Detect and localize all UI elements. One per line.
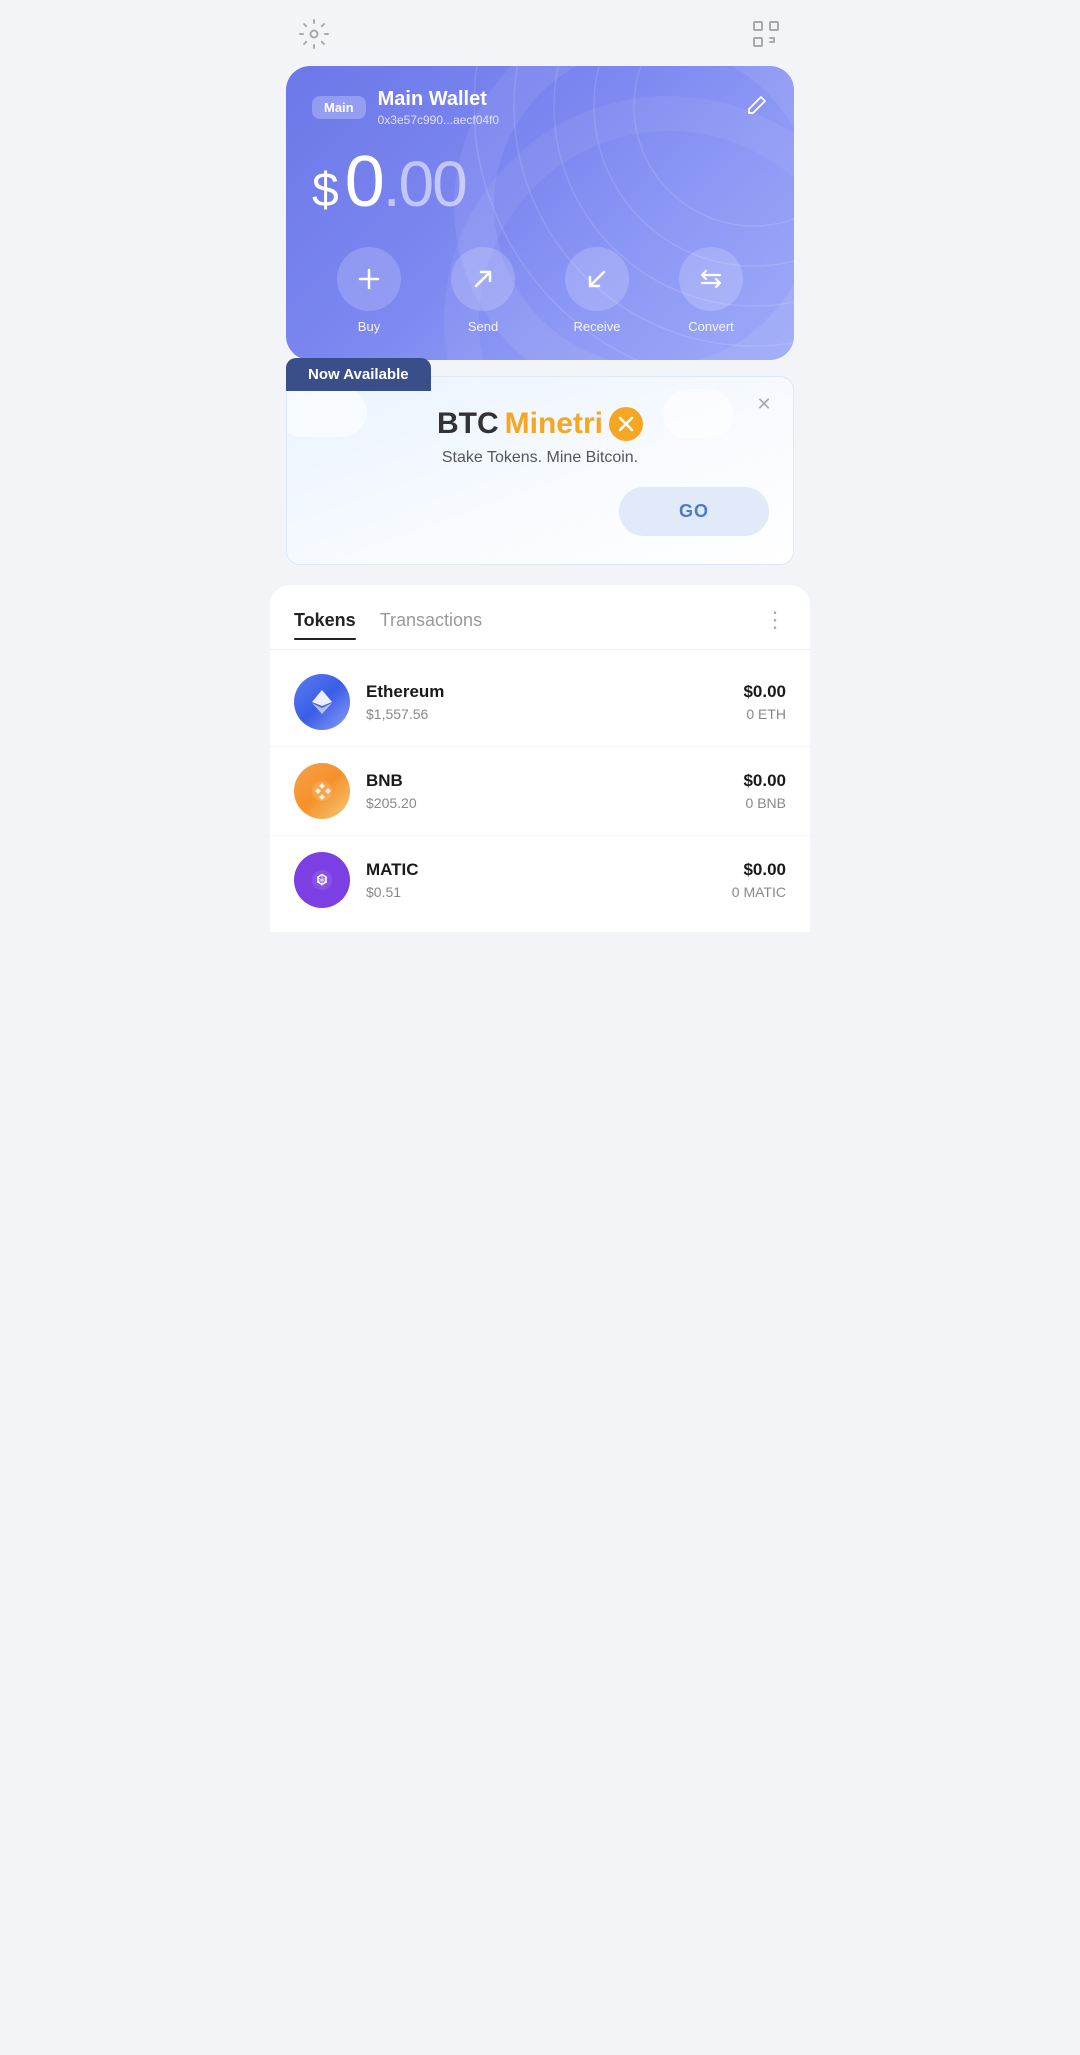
wallet-actions: Buy Send Receive Conver [312, 247, 768, 334]
tab-transactions[interactable]: Transactions [380, 610, 482, 639]
balance-integer: 0 [345, 141, 383, 223]
matic-balance: $0.00 0 MATIC [732, 860, 786, 900]
bnb-amount: 0 BNB [743, 795, 786, 811]
now-available-badge: Now Available [286, 358, 431, 391]
promo-cloud-left [286, 387, 367, 437]
eth-price: $1,557.56 [366, 706, 727, 722]
receive-action[interactable]: Receive [565, 247, 629, 334]
wallet-address: 0x3e57c990...aecf04f0 [378, 113, 746, 127]
eth-balance: $0.00 0 ETH [743, 682, 786, 722]
bnb-name: BNB [366, 771, 727, 791]
tabs-more-button[interactable]: ⋮ [764, 607, 786, 641]
promo-card: ✕ BTC Minetri Stake Tokens. Mine Bitcoin… [286, 376, 794, 565]
receive-label: Receive [574, 319, 621, 334]
token-item-bnb[interactable]: BNB $205.20 $0.00 0 BNB [270, 747, 810, 836]
matic-price: $0.51 [366, 884, 716, 900]
promo-cloud-right [663, 389, 733, 439]
eth-icon [294, 674, 350, 730]
wallet-title-group: Main Wallet 0x3e57c990...aecf04f0 [378, 88, 746, 127]
settings-icon[interactable] [298, 18, 330, 50]
buy-button[interactable] [337, 247, 401, 311]
token-item-eth[interactable]: Ethereum $1,557.56 $0.00 0 ETH [270, 658, 810, 747]
bnb-icon [294, 763, 350, 819]
convert-action[interactable]: Convert [679, 247, 743, 334]
balance-cents: .00 [383, 147, 466, 221]
convert-label: Convert [688, 319, 734, 334]
matic-usd: $0.00 [732, 860, 786, 880]
edit-wallet-button[interactable] [746, 94, 768, 121]
promo-logo-icon [609, 407, 643, 441]
promo-close-button[interactable]: ✕ [751, 391, 777, 417]
send-label: Send [468, 319, 498, 334]
promo-subtitle: Stake Tokens. Mine Bitcoin. [442, 449, 638, 467]
token-list: Ethereum $1,557.56 $0.00 0 ETH BNB $205.… [270, 650, 810, 932]
eth-info: Ethereum $1,557.56 [366, 682, 727, 722]
balance-dollar-sign: $ [312, 163, 337, 218]
bnb-usd: $0.00 [743, 771, 786, 791]
send-button[interactable] [451, 247, 515, 311]
top-bar [270, 0, 810, 60]
promo-title: BTC Minetri [437, 407, 643, 441]
wallet-header: Main Main Wallet 0x3e57c990...aecf04f0 [312, 88, 768, 127]
promo-btc-text: BTC [437, 407, 499, 441]
matic-icon [294, 852, 350, 908]
tokens-section: Tokens Transactions ⋮ Ethereum $1,557.56… [270, 585, 810, 932]
bnb-balance: $0.00 0 BNB [743, 771, 786, 811]
promo-container: Now Available ✕ BTC Minetri Stake Tokens… [286, 376, 794, 565]
wallet-balance: $ 0 .00 [312, 141, 768, 223]
tab-tokens[interactable]: Tokens [294, 610, 356, 639]
wallet-badge: Main [312, 96, 366, 119]
eth-name: Ethereum [366, 682, 727, 702]
matic-info: MATIC $0.51 [366, 860, 716, 900]
promo-go-button[interactable]: GO [619, 487, 769, 536]
scan-icon[interactable] [750, 18, 782, 50]
matic-amount: 0 MATIC [732, 884, 786, 900]
promo-minetrix-text: Minetri [505, 407, 603, 441]
wallet-card: Main Main Wallet 0x3e57c990...aecf04f0 $… [286, 66, 794, 360]
buy-label: Buy [358, 319, 380, 334]
bnb-info: BNB $205.20 [366, 771, 727, 811]
eth-amount: 0 ETH [743, 706, 786, 722]
matic-name: MATIC [366, 860, 716, 880]
convert-button[interactable] [679, 247, 743, 311]
send-action[interactable]: Send [451, 247, 515, 334]
tokens-tabs: Tokens Transactions ⋮ [270, 585, 810, 650]
token-item-matic[interactable]: MATIC $0.51 $0.00 0 MATIC [270, 836, 810, 924]
receive-button[interactable] [565, 247, 629, 311]
wallet-name: Main Wallet [378, 88, 746, 111]
bnb-price: $205.20 [366, 795, 727, 811]
buy-action[interactable]: Buy [337, 247, 401, 334]
eth-usd: $0.00 [743, 682, 786, 702]
